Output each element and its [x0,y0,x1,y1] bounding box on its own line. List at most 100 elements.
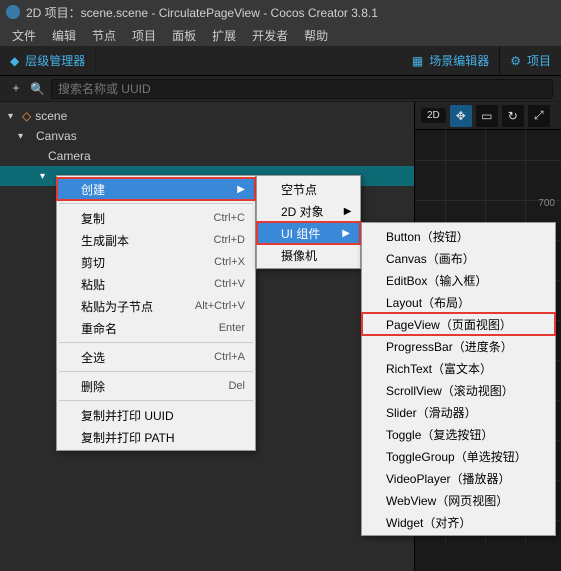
ctx-item-copy-print-path[interactable]: 复制并打印 PATH [57,426,255,448]
ctx-item-ui-component-option[interactable]: ProgressBar（进度条） [362,335,555,357]
tool-move-button[interactable]: ✥ [450,105,472,127]
menu-help[interactable]: 帮助 [296,25,336,46]
menu-developer[interactable]: 开发者 [244,25,296,46]
ctx-label: Slider（滑动器） [386,404,477,421]
ctx-label: 全选 [81,349,105,366]
submenu-arrow-icon: ▶ [344,206,352,217]
context-menu-create: 空节点 2D 对象 ▶ UI 组件 ▶ 摄像机 [256,175,361,269]
ctx-label: WebView（网页视图） [386,492,508,509]
caret-icon[interactable]: ▾ [40,171,50,182]
separator [59,342,253,343]
hierarchy-icon: ◆ [10,54,19,68]
menu-file[interactable]: 文件 [4,25,44,46]
ctx-item-ui-component-option[interactable]: ScrollView（滚动视图） [362,379,555,401]
ctx-item-cut[interactable]: 剪切 Ctrl+X [57,251,255,273]
ctx-label: ToggleGroup（单选按钮） [386,448,527,465]
ctx-label: 复制 [81,210,105,227]
ctx-item-paste-as-child[interactable]: 粘贴为子节点 Alt+Ctrl+V [57,295,255,317]
tab-scene-editor[interactable]: ▦ 场景编辑器 [402,46,499,75]
ctx-item-ui-component-option[interactable]: Layout（布局） [362,291,555,313]
mode-2d-button[interactable]: 2D [421,108,446,123]
tab-project[interactable]: ⚙ 项目 [499,46,561,75]
ctx-label: 复制并打印 UUID [81,407,174,424]
ctx-item-empty-node[interactable]: 空节点 [257,178,360,200]
project-label: 项目 [527,52,551,69]
tree-node-camera[interactable]: Camera [0,146,414,166]
tree-label: Canvas [36,129,77,143]
panel-tab-bar: ◆ 层级管理器 ▦ 场景编辑器 ⚙ 项目 [0,46,561,76]
search-input[interactable] [51,79,553,99]
ctx-item-ui-component-option[interactable]: WebView（网页视图） [362,489,555,511]
menu-project[interactable]: 项目 [124,25,164,46]
ctx-shortcut: Ctrl+C [214,212,245,224]
ctx-label: 重命名 [81,320,117,337]
ctx-item-ui-component-option[interactable]: ToggleGroup（单选按钮） [362,445,555,467]
tree-node-scene[interactable]: ▾ ◇ scene [0,106,414,126]
separator [59,400,253,401]
add-node-button[interactable]: + [8,81,24,97]
ctx-label: 创建 [81,181,105,198]
separator [59,371,253,372]
window-title: 2D 项目：scene.scene - CirculatePageView - … [26,4,378,21]
tool-rect-button[interactable]: ▭ [476,105,498,127]
ctx-shortcut: Ctrl+X [214,256,245,268]
ctx-item-generate-copy[interactable]: 生成副本 Ctrl+D [57,229,255,251]
separator [59,203,253,204]
ctx-label: Widget（对齐） [386,514,471,531]
ctx-item-rename[interactable]: 重命名 Enter [57,317,255,339]
submenu-arrow-icon: ▶ [237,184,245,195]
menu-extension[interactable]: 扩展 [204,25,244,46]
caret-icon[interactable]: ▾ [18,131,28,142]
ctx-item-ui-component-option[interactable]: Widget（对齐） [362,511,555,533]
context-menu-ui-components: Button（按钮） Canvas（画布） EditBox（输入框） Layout（布… [361,222,556,536]
menu-edit[interactable]: 编辑 [44,25,84,46]
ctx-item-delete[interactable]: 删除 Del [57,375,255,397]
ctx-item-create[interactable]: 创建 ▶ [57,178,255,200]
tree-label: scene [35,109,67,123]
ctx-item-ui-component[interactable]: UI 组件 ▶ [257,222,360,244]
tree-node-canvas[interactable]: ▾ Canvas [0,126,414,146]
ctx-label: Button（按钮） [386,228,469,245]
ctx-label: Layout（布局） [386,294,470,311]
ctx-item-ui-component-option[interactable]: RichText（富文本） [362,357,555,379]
ctx-item-ui-component-option[interactable]: Canvas（画布） [362,247,555,269]
ctx-item-camera[interactable]: 摄像机 [257,244,360,266]
ctx-label: 删除 [81,378,105,395]
ctx-shortcut: Ctrl+D [214,234,245,246]
ctx-item-ui-component-option[interactable]: Button（按钮） [362,225,555,247]
ruler-value: 700 [538,198,555,209]
ctx-label: PageView（页面视图） [386,316,512,333]
ctx-item-copy[interactable]: 复制 Ctrl+C [57,207,255,229]
menubar: 文件 编辑 节点 项目 面板 扩展 开发者 帮助 [0,24,561,46]
ctx-label: 粘贴为子节点 [81,298,153,315]
menu-node[interactable]: 节点 [84,25,124,46]
ctx-item-ui-component-option[interactable]: PageView（页面视图） [362,313,555,335]
ctx-label: Toggle（复选按钮） [386,426,493,443]
gear-icon: ⚙ [510,54,521,68]
ctx-item-ui-component-option[interactable]: Toggle（复选按钮） [362,423,555,445]
ctx-shortcut: Alt+Ctrl+V [195,300,245,312]
ctx-label: EditBox（输入框） [386,272,487,289]
ctx-label: UI 组件 [281,225,320,242]
ctx-item-copy-print-uuid[interactable]: 复制并打印 UUID [57,404,255,426]
ctx-item-ui-component-option[interactable]: EditBox（输入框） [362,269,555,291]
ctx-item-ui-component-option[interactable]: Slider（滑动器） [362,401,555,423]
ctx-label: 2D 对象 [281,203,324,220]
tree-label: Camera [48,149,91,163]
ctx-item-select-all[interactable]: 全选 Ctrl+A [57,346,255,368]
caret-icon[interactable]: ▾ [8,111,18,122]
tool-rotate-button[interactable]: ↻ [502,105,524,127]
ctx-label: Canvas（画布） [386,250,475,267]
ctx-label: 空节点 [281,181,317,198]
menu-panel[interactable]: 面板 [164,25,204,46]
app-icon [6,5,20,19]
ctx-label: ProgressBar（进度条） [386,338,513,355]
scene-editor-icon: ▦ [412,54,423,68]
tab-hierarchy[interactable]: ◆ 层级管理器 [0,46,96,75]
ctx-item-paste[interactable]: 粘贴 Ctrl+V [57,273,255,295]
ctx-item-2d-object[interactable]: 2D 对象 ▶ [257,200,360,222]
tool-scale-button[interactable]: ⤢ [528,105,550,127]
ctx-item-ui-component-option[interactable]: VideoPlayer（播放器） [362,467,555,489]
scene-icon: ◇ [22,109,31,123]
hierarchy-tree: ▾ ◇ scene ▾ Canvas Camera ▾ [0,102,414,186]
